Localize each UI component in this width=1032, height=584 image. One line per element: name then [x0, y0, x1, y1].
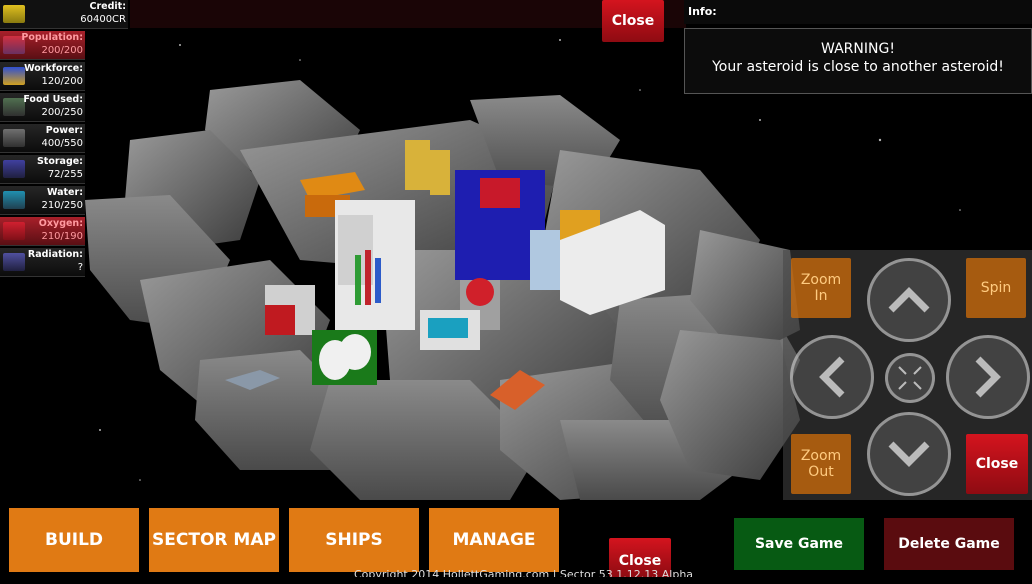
stat-population: Population: 200/200: [0, 31, 85, 60]
storage-icon: [3, 160, 25, 178]
stat-radiation: Radiation: ?: [0, 248, 85, 277]
power-value: 400/550: [41, 138, 83, 149]
info-title: Info:: [688, 5, 717, 18]
water-value: 210/250: [41, 200, 83, 211]
radiation-icon: [3, 253, 25, 271]
power-icon: [3, 129, 25, 147]
workforce-icon: [3, 67, 25, 85]
stat-oxygen: Oxygen: 210/190: [0, 217, 85, 246]
copyright-text: Copyright 2014 HollettGaming.com | Secto…: [354, 568, 694, 577]
zoom-out-label-2: Out: [808, 464, 834, 480]
credit-label: Credit:: [89, 1, 127, 12]
pan-up-button[interactable]: [867, 258, 951, 342]
workforce-label: Workforce:: [24, 63, 83, 74]
info-header: Info:: [684, 0, 1032, 24]
delete-game-button[interactable]: Delete Game: [884, 518, 1014, 570]
pan-left-button[interactable]: [790, 335, 874, 419]
stat-credit: Credit: 60400CR: [0, 0, 128, 29]
power-label: Power:: [45, 125, 83, 136]
spin-label: Spin: [980, 280, 1012, 296]
credit-value: 60400CR: [80, 14, 126, 25]
center-arrows-icon: [898, 366, 922, 390]
warning-title: WARNING!: [821, 41, 895, 57]
radiation-label: Radiation:: [27, 249, 83, 260]
population-label: Population:: [21, 32, 83, 43]
storage-value: 72/255: [47, 169, 83, 180]
chevron-down-icon: [888, 441, 930, 467]
build-button[interactable]: BUILD: [9, 508, 139, 572]
coins-icon: [3, 5, 25, 23]
oxygen-value: 210/190: [41, 231, 83, 242]
water-label: Water:: [46, 187, 83, 198]
zoom-in-label-2: In: [814, 288, 828, 304]
zoom-in-button[interactable]: Zoom In: [791, 258, 851, 318]
top-close-button[interactable]: Close: [602, 0, 664, 42]
food-icon: [3, 98, 25, 116]
info-message-box: WARNING! Your asteroid is close to anoth…: [684, 28, 1032, 94]
chevron-up-icon: [888, 287, 930, 313]
population-value: 200/200: [41, 45, 83, 56]
zoom-out-button[interactable]: Zoom Out: [791, 434, 851, 494]
ships-button[interactable]: SHIPS: [289, 508, 419, 572]
pan-right-button[interactable]: [946, 335, 1030, 419]
manage-button[interactable]: MANAGE: [429, 508, 559, 572]
stat-water: Water: 210/250: [0, 186, 85, 215]
chevron-left-icon: [819, 356, 845, 398]
zoom-in-label-1: Zoom: [800, 272, 842, 288]
resource-panel: Credit: 60400CR Population: 200/200 Work…: [0, 0, 128, 279]
spin-button[interactable]: Spin: [966, 258, 1026, 318]
oxygen-icon: [3, 222, 25, 240]
controls-close-button[interactable]: Close: [966, 434, 1028, 494]
water-icon: [3, 191, 25, 209]
workforce-value: 120/200: [41, 76, 83, 87]
food-value: 200/250: [41, 107, 83, 118]
food-label: Food Used:: [23, 94, 83, 105]
save-game-button[interactable]: Save Game: [734, 518, 864, 570]
reset-view-button[interactable]: [885, 353, 935, 403]
zoom-out-label-1: Zoom: [800, 448, 842, 464]
stat-food: Food Used: 200/250: [0, 93, 85, 122]
warning-message: Your asteroid is close to another astero…: [712, 59, 1004, 75]
pan-down-button[interactable]: [867, 412, 951, 496]
stat-storage: Storage: 72/255: [0, 155, 85, 184]
radiation-value: ?: [77, 262, 83, 273]
oxygen-label: Oxygen:: [38, 218, 83, 229]
sector-map-button[interactable]: SECTOR MAP: [149, 508, 279, 572]
chevron-right-icon: [975, 356, 1001, 398]
storage-label: Storage:: [36, 156, 83, 167]
stat-power: Power: 400/550: [0, 124, 85, 153]
stat-workforce: Workforce: 120/200: [0, 62, 85, 91]
